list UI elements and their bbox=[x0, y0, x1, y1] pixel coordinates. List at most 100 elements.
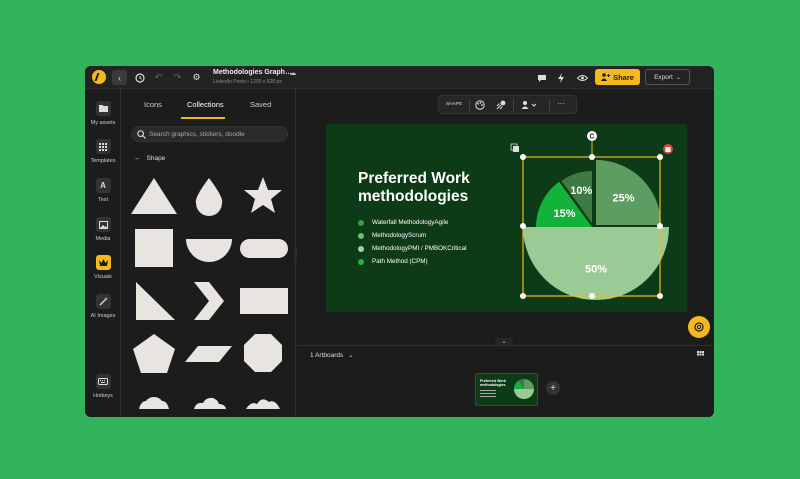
asset-panel: Icons Collections Saved ← Shape bbox=[122, 89, 296, 417]
rail-item-ai-images[interactable]: AI Images bbox=[85, 294, 121, 319]
semicircle-shape[interactable] bbox=[184, 226, 234, 270]
pill-shape[interactable] bbox=[238, 226, 288, 270]
tab-icons[interactable]: Icons bbox=[144, 100, 162, 109]
drop-shape[interactable] bbox=[184, 176, 234, 216]
rail-label: Media bbox=[95, 236, 111, 242]
search-box bbox=[131, 126, 288, 142]
settings-icon[interactable]: ⚙ bbox=[189, 70, 204, 85]
chevron-down-icon: ⌄ bbox=[675, 74, 681, 81]
magic-wand-icon bbox=[95, 294, 111, 309]
search-input[interactable] bbox=[149, 129, 284, 140]
pentagon-shape[interactable] bbox=[129, 332, 179, 376]
logo[interactable] bbox=[92, 70, 106, 84]
active-tab-indicator bbox=[181, 117, 225, 119]
legend-text: Waterfall MethodologyAgile bbox=[372, 219, 449, 226]
pie-slice-label: 15% bbox=[554, 208, 576, 220]
palette-icon[interactable] bbox=[475, 100, 485, 112]
resize-handle[interactable] bbox=[589, 154, 595, 160]
grid-view-icon[interactable] bbox=[697, 351, 704, 360]
resize-handle[interactable] bbox=[657, 154, 663, 160]
add-artboard-button[interactable]: + bbox=[546, 381, 560, 395]
rail-item-text[interactable]: A Text bbox=[85, 178, 121, 203]
duplicate-icon[interactable] bbox=[510, 143, 519, 152]
chevron-down-icon: ⌄ bbox=[348, 352, 354, 359]
animation-icon[interactable] bbox=[496, 100, 506, 112]
thumbnail-pie bbox=[514, 379, 534, 399]
rail-item-templates[interactable]: Templates bbox=[85, 139, 121, 164]
slide-heading[interactable]: Preferred Work methodologies bbox=[358, 170, 508, 206]
bolt-icon[interactable] bbox=[553, 70, 568, 85]
rail-label: My assets bbox=[90, 120, 116, 126]
tab-collections[interactable]: Collections bbox=[187, 100, 224, 109]
shape-label[interactable]: SHAPE bbox=[446, 102, 462, 107]
share-label: Share bbox=[613, 72, 634, 82]
rail-item-my-assets[interactable]: My assets bbox=[85, 101, 121, 126]
thumbnail-title: Preferred Work methodologies bbox=[480, 379, 506, 388]
legend-text: MethodologyPMI / PMBOKCritical bbox=[372, 245, 467, 252]
comment-icon[interactable] bbox=[534, 70, 549, 85]
panel-tabs: Icons Collections Saved bbox=[122, 89, 295, 119]
delete-icon[interactable] bbox=[663, 144, 673, 154]
cloud-icon: ☁ bbox=[289, 70, 297, 77]
artboards-dropdown[interactable]: 1 Artboards ⌄ bbox=[310, 351, 354, 359]
toolbar-divider bbox=[513, 99, 514, 111]
preview-eye-icon[interactable] bbox=[575, 70, 590, 85]
resize-handle[interactable] bbox=[589, 293, 595, 299]
more-options-icon[interactable]: ··· bbox=[557, 99, 565, 108]
star-shape[interactable] bbox=[238, 176, 288, 216]
parallelogram-shape[interactable] bbox=[184, 332, 234, 376]
rail-label: AI Images bbox=[90, 313, 116, 319]
thumbnail-line bbox=[480, 390, 496, 391]
back-arrow-icon: ← bbox=[134, 155, 141, 162]
legend-text: MethodologyScrum bbox=[372, 232, 427, 239]
artboard-canvas[interactable]: Preferred Work methodologies Waterfall M… bbox=[326, 124, 687, 312]
export-button[interactable]: Export ⌄ bbox=[645, 69, 690, 85]
legend-text: Path Method (CPM) bbox=[372, 258, 428, 265]
shape-section-header[interactable]: ← Shape bbox=[134, 155, 165, 162]
legend-item[interactable]: MethodologyScrum bbox=[358, 232, 426, 239]
share-button[interactable]: Share bbox=[595, 69, 640, 85]
back-icon[interactable]: ‹ bbox=[112, 70, 127, 85]
rail-label: Visuals bbox=[94, 274, 112, 280]
octagon-shape[interactable] bbox=[238, 332, 288, 376]
pie-chart[interactable]: 25% 50% 15% 10% C bbox=[508, 124, 687, 312]
rail-item-visuals[interactable]: Visuals bbox=[85, 255, 121, 280]
artboards-label: 1 Artboards bbox=[310, 352, 344, 359]
artboard-thumbnail[interactable]: Preferred Work methodologies bbox=[475, 373, 538, 406]
resize-handle[interactable] bbox=[657, 293, 663, 299]
redo-icon[interactable]: ↷ bbox=[170, 70, 185, 85]
help-button[interactable] bbox=[688, 316, 710, 338]
thumbnail-line bbox=[480, 393, 496, 394]
document-title[interactable]: Methodologies Graph… bbox=[213, 69, 292, 76]
legend-item[interactable]: Path Method (CPM) bbox=[358, 258, 428, 265]
square-shape[interactable] bbox=[129, 226, 179, 270]
resize-handle[interactable] bbox=[520, 293, 526, 299]
legend-item[interactable]: MethodologyPMI / PMBOKCritical bbox=[358, 245, 466, 252]
resize-handle[interactable] bbox=[657, 223, 663, 229]
legend-dot bbox=[358, 219, 364, 226]
toolbar-divider bbox=[469, 99, 470, 111]
resize-handle[interactable] bbox=[520, 154, 526, 160]
add-user-icon bbox=[601, 73, 611, 81]
legend-item[interactable]: Waterfall MethodologyAgile bbox=[358, 219, 448, 226]
section-title: Shape bbox=[146, 155, 166, 162]
cloud-shape[interactable] bbox=[184, 385, 234, 417]
tab-saved[interactable]: Saved bbox=[250, 100, 271, 109]
undo-icon[interactable]: ↶ bbox=[151, 70, 166, 85]
context-toolbar: SHAPE ··· bbox=[438, 95, 577, 114]
position-icon[interactable] bbox=[521, 100, 537, 112]
resize-handle[interactable] bbox=[520, 223, 526, 229]
pie-slices bbox=[523, 160, 669, 300]
badge-shape[interactable] bbox=[129, 385, 179, 417]
legend-dot bbox=[358, 232, 364, 239]
triangle-shape[interactable] bbox=[129, 176, 179, 216]
chevron-shape[interactable] bbox=[184, 279, 234, 323]
rail-item-media[interactable]: Media bbox=[85, 217, 121, 242]
media-icon bbox=[95, 217, 111, 232]
history-icon[interactable] bbox=[132, 70, 147, 85]
rail-item-hotkeys[interactable]: Hotkeys bbox=[85, 374, 121, 399]
wave-shape[interactable] bbox=[238, 385, 288, 417]
artboard-bar: 1 Artboards ⌄ bbox=[297, 345, 714, 363]
right-triangle-shape[interactable] bbox=[129, 279, 179, 323]
rectangle-shape[interactable] bbox=[238, 279, 288, 323]
